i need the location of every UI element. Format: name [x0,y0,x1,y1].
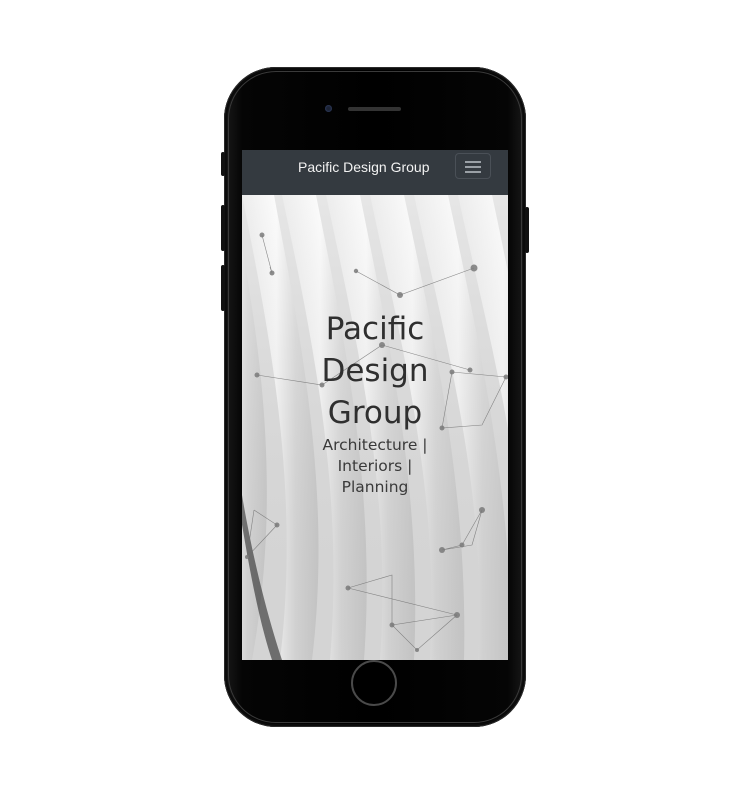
hero-subtitle: Architecture | Interiors | Planning [242,435,508,498]
phone-volume-up [221,205,225,251]
hero-section: Pacific Design Group Architecture | Inte… [242,195,508,660]
navbar: Pacific Design Group [242,150,508,195]
hamburger-menu-icon [465,161,481,163]
earpiece-speaker [348,107,401,111]
phone-mockup: Pacific Design Group Pacific Design Grou… [221,67,529,727]
hero-subtitle-line: Interiors | [337,457,413,475]
phone-volume-down [221,265,225,311]
hero-subtitle-line: Planning [341,478,409,496]
hero-title: Pacific Design Group [242,308,508,434]
phone-power-button [525,207,529,253]
hero-title-line: Design [321,353,429,389]
page-stage: Pacific Design Group Pacific Design Grou… [0,0,750,799]
home-button [351,660,397,706]
hero-title-line: Pacific [325,311,425,347]
hamburger-menu-icon [465,171,481,173]
hero-subtitle-line: Architecture | [322,436,428,454]
navbar-toggler-button[interactable] [455,153,491,179]
hamburger-menu-icon [465,166,481,168]
phone-mute-switch [221,152,225,176]
navbar-brand[interactable]: Pacific Design Group [298,158,430,176]
hero-title-line: Group [327,395,423,431]
front-camera-icon [325,105,332,112]
phone-screen: Pacific Design Group Pacific Design Grou… [242,150,508,660]
